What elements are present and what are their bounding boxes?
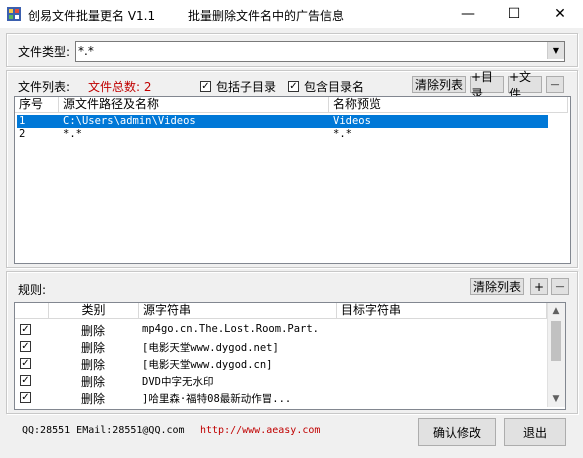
clear-file-list-button[interactable]: 清除列表 xyxy=(412,76,466,93)
file-type-value: *.* xyxy=(78,44,94,58)
exit-button-label: 退出 xyxy=(522,425,547,440)
scrollbar-thumb[interactable] xyxy=(551,321,561,361)
file-type-label: 文件类型: xyxy=(18,45,71,59)
scroll-up-icon[interactable]: ▲ xyxy=(548,303,564,319)
include-dirname-checkbox[interactable]: ✓ 包含目录名 xyxy=(288,78,364,95)
add-directory-button[interactable]: +目录 xyxy=(470,70,504,101)
add-file-button[interactable]: +文件 xyxy=(508,70,542,101)
rule-source: [电影天堂www.dygod.net] xyxy=(142,342,279,354)
confirm-button[interactable]: 确认修改 xyxy=(418,418,496,446)
table-row[interactable]: ✓ 删除 DVD中字无水印 xyxy=(15,372,547,389)
file-type-dropdown-button[interactable]: ▼ xyxy=(547,42,564,59)
rule-category: 删除 xyxy=(81,375,106,389)
row-index: 2 xyxy=(19,128,26,140)
add-rule-button[interactable]: + xyxy=(530,278,548,295)
include-dirname-label: 包含目录名 xyxy=(304,80,365,94)
table-row[interactable]: 2 *.* *.* xyxy=(17,128,548,141)
minimize-button[interactable]: — xyxy=(445,0,491,28)
file-total-count: 文件总数: 2 xyxy=(88,80,152,94)
column-header-index[interactable]: 序号 xyxy=(15,97,59,113)
scroll-down-icon[interactable]: ▼ xyxy=(548,391,564,407)
file-list-label: 文件列表: xyxy=(18,80,71,94)
table-row[interactable]: ✓ 删除 mp4go.cn.The.Lost.Room.Part. xyxy=(15,321,547,338)
table-row[interactable]: 1 C:\Users\admin\Videos Videos xyxy=(17,115,548,128)
remove-file-button[interactable]: — xyxy=(546,76,564,93)
checkbox-checked-icon[interactable]: ✓ xyxy=(20,392,31,403)
rule-source: [电影天堂www.dygod.cn] xyxy=(142,359,273,371)
rules-scrollbar[interactable]: ▲ ▼ xyxy=(547,303,565,407)
include-subdirs-checkbox[interactable]: ✓ 包括子目录 xyxy=(200,78,276,95)
rules-label: 规则: xyxy=(18,283,47,297)
table-row[interactable]: ✓ 删除 [电影天堂www.dygod.net] xyxy=(15,338,547,355)
checkbox-checked-icon: ✓ xyxy=(200,80,211,92)
website-link[interactable]: http://www.aeasy.com xyxy=(200,425,320,436)
rule-source: DVD中字无水印 xyxy=(142,376,214,388)
maximize-icon: ☐ xyxy=(507,6,521,22)
checkbox-checked-icon[interactable]: ✓ xyxy=(20,358,31,369)
row-path: *.* xyxy=(63,128,82,140)
rules-table[interactable]: 类别 源字符串 目标字符串 ✓ 删除 mp4go.cn.The.Lost.Roo… xyxy=(14,302,566,410)
include-subdirs-label: 包括子目录 xyxy=(216,80,277,94)
confirm-button-label: 确认修改 xyxy=(432,425,481,440)
column-header-check[interactable] xyxy=(15,303,49,319)
row-preview: *.* xyxy=(333,128,352,140)
file-type-combo[interactable]: *.* ▼ xyxy=(75,41,565,62)
checkbox-checked-icon: ✓ xyxy=(288,80,299,92)
row-index: 1 xyxy=(19,115,26,127)
column-header-source[interactable]: 源字符串 xyxy=(139,303,337,319)
chevron-down-icon: ▼ xyxy=(552,46,560,55)
column-header-target[interactable]: 目标字符串 xyxy=(337,303,547,319)
maximize-button[interactable]: ☐ xyxy=(491,0,537,28)
column-header-preview[interactable]: 名称预览 xyxy=(329,97,568,113)
window-title: 创易文件批量更名 V1.1 xyxy=(28,9,156,23)
table-row[interactable]: ✓ 删除 [电影天堂www.dygod.cn] xyxy=(15,355,547,372)
exit-button[interactable]: 退出 xyxy=(504,418,566,446)
table-row[interactable]: ✓ 删除 ]哈里森·福特08最新动作冒... xyxy=(15,389,547,406)
close-icon: ✕ xyxy=(554,6,566,22)
clear-rules-button[interactable]: 清除列表 xyxy=(470,278,524,295)
row-path: C:\Users\admin\Videos xyxy=(63,115,196,127)
contact-info: QQ:28551 EMail:28551@QQ.com xyxy=(22,425,185,436)
checkbox-checked-icon[interactable]: ✓ xyxy=(20,341,31,352)
minimize-icon: — xyxy=(461,6,475,22)
close-button[interactable]: ✕ xyxy=(537,0,583,28)
rule-category: 删除 xyxy=(81,392,106,406)
column-header-category[interactable]: 类别 xyxy=(49,303,139,319)
rule-category: 删除 xyxy=(81,324,106,338)
checkbox-checked-icon[interactable]: ✓ xyxy=(20,375,31,386)
remove-rule-button[interactable]: — xyxy=(551,278,569,295)
rule-category: 删除 xyxy=(81,358,106,372)
row-preview: Videos xyxy=(333,115,371,127)
rule-source: mp4go.cn.The.Lost.Room.Part. xyxy=(142,323,320,335)
checkbox-checked-icon[interactable]: ✓ xyxy=(20,324,31,335)
file-list-table[interactable]: 序号 源文件路径及名称 名称预览 1 C:\Users\admin\Videos… xyxy=(14,96,571,264)
title-bar: 创易文件批量更名 V1.1 批量删除文件名中的广告信息 — ☐ ✕ xyxy=(0,0,583,28)
rule-source: ]哈里森·福特08最新动作冒... xyxy=(142,393,292,405)
rule-category: 删除 xyxy=(81,341,106,355)
column-header-path[interactable]: 源文件路径及名称 xyxy=(59,97,329,113)
app-icon xyxy=(7,7,21,21)
window-subtitle: 批量删除文件名中的广告信息 xyxy=(188,9,345,23)
